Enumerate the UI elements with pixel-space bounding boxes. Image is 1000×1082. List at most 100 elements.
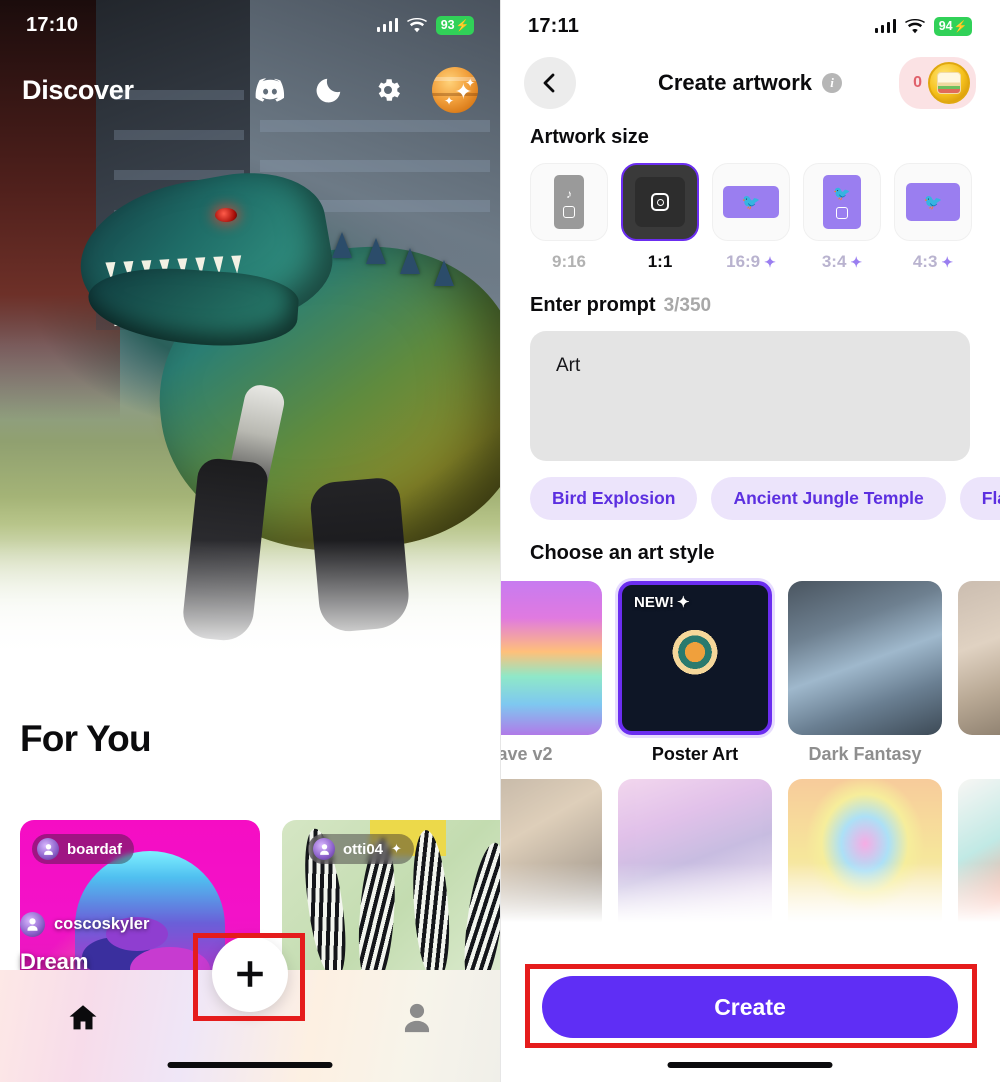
new-badge: NEW! ✦: [634, 593, 690, 612]
art-style-label: Dark Fantasy: [808, 744, 922, 764]
tiktok-icon: ♪: [566, 186, 572, 201]
size-preview: 🐦: [712, 163, 790, 241]
moon-icon[interactable]: [314, 75, 344, 105]
size-label: 16:9 ✦: [726, 252, 776, 272]
art-style-label: Poster Art: [651, 744, 739, 764]
signal-bars-icon: [376, 18, 398, 32]
new-badge-text: NEW!: [634, 593, 674, 611]
sparkle-icon: ✦: [391, 841, 402, 856]
scroll-fade: [500, 863, 1000, 933]
size-option-16-9[interactable]: 🐦 16:9 ✦: [712, 163, 790, 272]
feed-card-username: boardaf: [67, 840, 123, 858]
size-preview: 🐦: [894, 163, 972, 241]
robot-dinosaur-illustration: [40, 130, 500, 644]
sparkle-icon: ✦: [941, 253, 954, 270]
wifi-icon: [905, 18, 925, 33]
avatar-icon[interactable]: ✦ ✦ ✦: [432, 67, 478, 113]
size-label-text: 4:3: [912, 252, 938, 271]
twitter-icon: 🐦: [923, 194, 943, 211]
for-you-heading: For You: [20, 718, 152, 759]
suggestion-chip[interactable]: Bird Explosion: [530, 477, 698, 520]
art-style-item[interactable]: Toas: [958, 581, 1000, 765]
prompt-heading: Enter prompt 3/350: [500, 272, 1000, 317]
chevron-left-icon: [543, 73, 555, 93]
dual-phone-screenshot: 17:10 93 ⚡ Discover ✦ ✦ ✦ coscoskyler Dr…: [0, 0, 1000, 1082]
status-bar: 17:10 93 ⚡: [0, 0, 500, 50]
page-title: Create artwork: [657, 70, 813, 95]
battery-indicator: 94 ⚡: [934, 16, 972, 36]
plus-icon: [237, 961, 263, 987]
suggestion-chips: Bird Explosion Ancient Jungle Temple Fla: [500, 461, 1000, 520]
discover-screen: 17:10 93 ⚡ Discover ✦ ✦ ✦ coscoskyler Dr…: [0, 0, 500, 1082]
panel-divider: [500, 0, 501, 1082]
prompt-heading-text: Enter prompt: [530, 294, 656, 316]
battery-level: 94: [938, 19, 953, 33]
feed-card-user[interactable]: boardaf: [32, 834, 135, 864]
status-time: 17:10: [26, 13, 79, 36]
nav-bar: Create artwork i 0: [500, 52, 1000, 114]
suggestion-chip[interactable]: Fla: [959, 477, 1000, 520]
size-label-text: 16:9: [726, 252, 761, 271]
twitter-icon: 🐦: [833, 185, 851, 201]
artwork-size-options: ♪ 9:16 1:1 🐦 16:9 ✦ 🐦 3:4 ✦ 🐦 4:3 ✦: [500, 149, 1000, 272]
create-artwork-screen: 17:11 94 ⚡ Create artwork i 0 Artwork si…: [500, 0, 1000, 1082]
gear-icon[interactable]: [373, 75, 403, 105]
page-title: Discover: [22, 74, 134, 105]
size-preview: 🐦: [803, 163, 881, 241]
discord-icon[interactable]: [255, 75, 285, 105]
author-name: coscoskyler: [54, 915, 150, 933]
hero-author[interactable]: coscoskyler: [20, 912, 480, 937]
art-style-item-poster-art[interactable]: NEW! ✦ Poster Art: [618, 581, 772, 765]
art-style-thumbnail: [500, 581, 602, 735]
instagram-icon: [836, 207, 848, 219]
art-style-picker: ave v2 NEW! ✦ Poster Art Dark Fantasy: [500, 565, 1000, 933]
battery-indicator: 93 ⚡: [436, 15, 474, 35]
art-style-item[interactable]: ave v2: [500, 581, 602, 765]
suggestion-chip[interactable]: Ancient Jungle Temple: [711, 477, 946, 520]
size-label: 3:4 ✦: [822, 252, 862, 272]
size-option-3-4[interactable]: 🐦 3:4 ✦: [803, 163, 881, 272]
prompt-counter: 3/350: [663, 295, 712, 316]
battery-level: 93: [440, 18, 455, 32]
size-option-4-3[interactable]: 🐦 4:3 ✦: [894, 163, 972, 272]
size-label: 4:3 ✦: [913, 252, 953, 272]
avatar: [20, 912, 45, 937]
size-option-9-16[interactable]: ♪ 9:16: [530, 163, 608, 272]
feed-card-user[interactable]: otti04 ✦: [308, 834, 414, 864]
charging-icon: ⚡: [953, 20, 968, 33]
charging-icon: ⚡: [455, 19, 470, 32]
art-style-thumbnail: [958, 581, 1000, 735]
sparkle-icon: ✦: [764, 253, 776, 270]
signal-bars-icon: [874, 19, 896, 33]
sparkle-icon: ✦: [850, 253, 863, 270]
status-bar: 17:11 94 ⚡: [500, 0, 1000, 52]
art-style-row-1: ave v2 NEW! ✦ Poster Art Dark Fantasy: [500, 581, 1000, 765]
wifi-icon: [407, 17, 427, 32]
art-style-thumbnail: NEW! ✦: [618, 581, 772, 735]
coin-icon: [928, 62, 970, 104]
size-label: 9:16: [551, 252, 587, 271]
size-preview: ♪: [530, 163, 608, 241]
discover-header: Discover ✦ ✦ ✦: [0, 62, 500, 118]
art-style-thumbnail: [788, 581, 942, 735]
create-button[interactable]: Create: [542, 976, 958, 1038]
size-preview: [621, 163, 699, 241]
person-icon: [404, 1003, 429, 1033]
status-time: 17:11: [528, 14, 580, 37]
art-style-item-dark-fantasy[interactable]: Dark Fantasy: [788, 581, 942, 765]
prompt-input[interactable]: Art: [530, 331, 970, 461]
home-icon: [69, 1005, 97, 1030]
info-icon[interactable]: i: [822, 73, 843, 93]
size-label: 1:1: [647, 252, 673, 271]
size-label-text: 3:4: [821, 252, 847, 271]
instagram-icon: [651, 193, 669, 211]
sidebar-item-profile[interactable]: [333, 992, 500, 1044]
back-button[interactable]: [524, 57, 576, 109]
coin-balance[interactable]: 0: [899, 57, 976, 109]
size-option-1-1[interactable]: 1:1: [621, 163, 699, 272]
create-fab-button[interactable]: [212, 936, 288, 1012]
home-indicator: [167, 1062, 333, 1068]
art-style-label: ave v2: [500, 744, 553, 764]
artwork-size-heading: Artwork size: [530, 126, 649, 148]
sidebar-item-home[interactable]: [0, 992, 167, 1044]
